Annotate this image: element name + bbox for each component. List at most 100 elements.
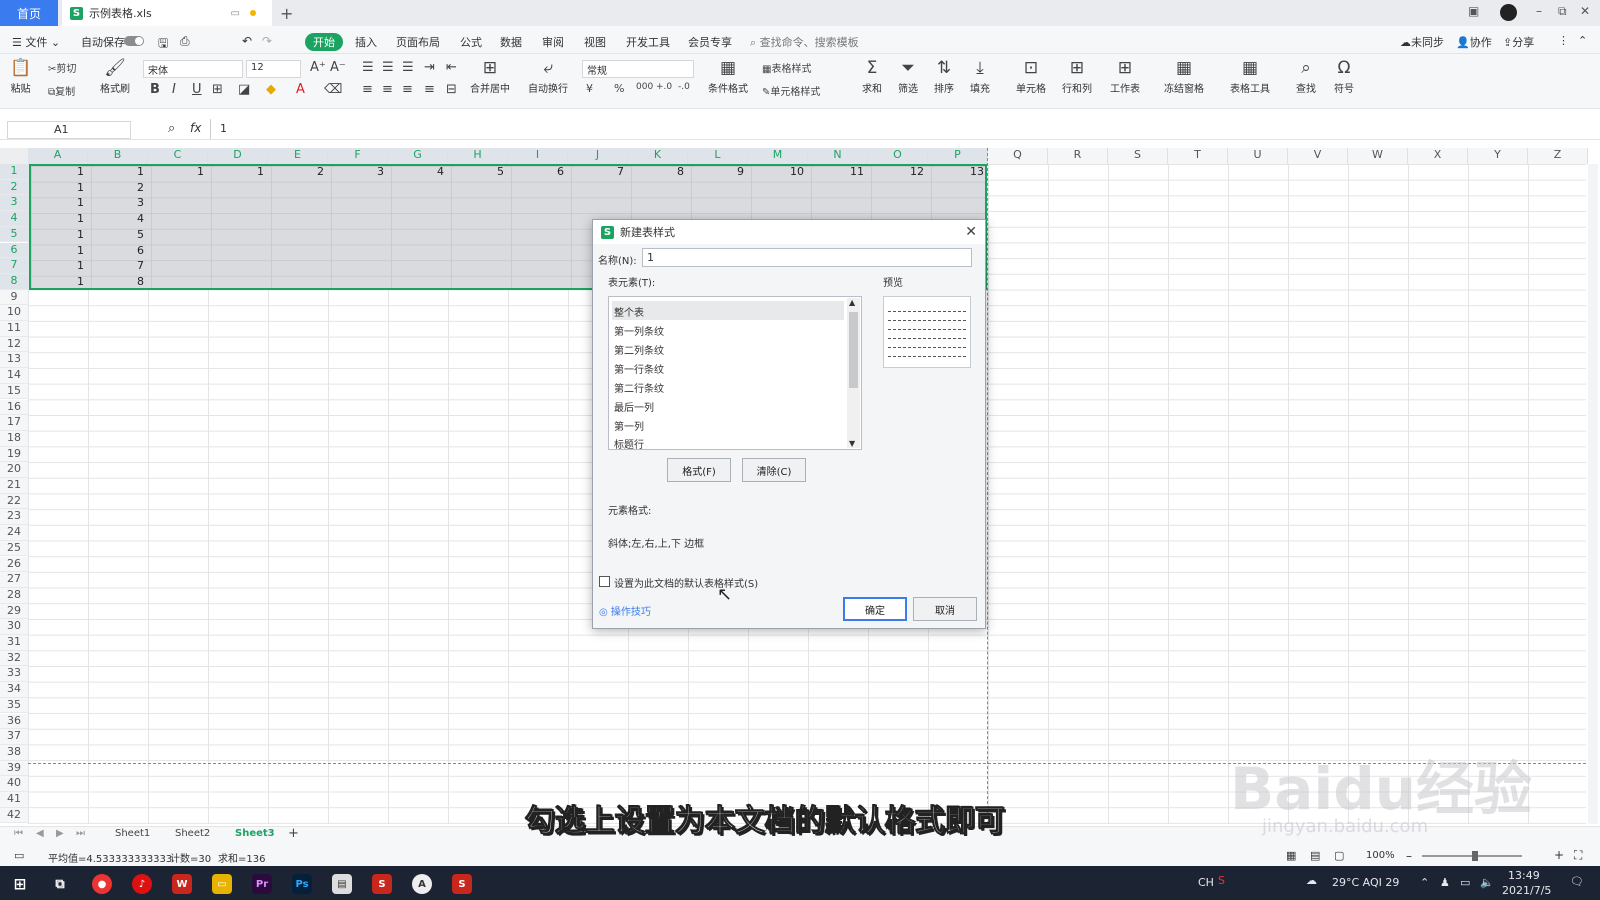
row-header[interactable]: 4 (0, 211, 28, 227)
cell-value[interactable]: 1 (208, 165, 264, 178)
qq-icon[interactable]: ♟ (1440, 876, 1450, 889)
fullscreen-icon[interactable]: ⛶ (1574, 848, 1582, 863)
row-header[interactable]: 17 (0, 415, 28, 431)
conditional-format-button[interactable]: ▦ 条件格式 (708, 58, 748, 95)
clock-date[interactable]: 2021/7/5 (1502, 884, 1551, 897)
row-header[interactable]: 40 (0, 776, 28, 792)
list-item[interactable]: 最后一列 (612, 396, 844, 415)
copy-button[interactable]: ⧉复制 (48, 83, 75, 98)
column-header[interactable]: F (328, 148, 388, 164)
list-scrollbar[interactable]: ▲ ▼ (847, 298, 860, 448)
list-item[interactable]: 整个表 (612, 301, 844, 320)
photos-icon[interactable]: ▤ (332, 874, 352, 894)
row-header[interactable]: 5 (0, 226, 28, 243)
command-search[interactable]: ⌕ 查找命令、搜索模板 (750, 34, 859, 50)
number-format-select[interactable]: 常规 (582, 60, 694, 78)
column-header[interactable]: U (1228, 148, 1288, 164)
minimize-button[interactable]: – (1536, 4, 1542, 18)
cell-value[interactable]: 3 (328, 165, 384, 178)
fx-icon[interactable]: fx (190, 121, 201, 135)
row-header[interactable]: 42 (0, 807, 28, 824)
weather-text[interactable]: 29°C AQI 29 (1332, 876, 1399, 889)
column-header[interactable]: R (1048, 148, 1108, 164)
freeze-panes-button[interactable]: ▦ 冻结窗格 (1164, 58, 1204, 95)
cell-value[interactable]: 9 (688, 165, 744, 178)
row-header[interactable]: 12 (0, 336, 28, 353)
thousands-icon[interactable]: 000 (636, 82, 653, 92)
fill-color-icon[interactable]: ◆ (266, 82, 276, 97)
clock-time[interactable]: 13:49 (1508, 869, 1540, 882)
volume-icon[interactable]: 🔈 (1480, 876, 1494, 889)
row-header[interactable]: 11 (0, 321, 28, 337)
list-item[interactable]: 第二行条纹 (612, 377, 844, 396)
indent-icon[interactable]: ⇥ (424, 60, 435, 75)
row-header[interactable]: 38 (0, 744, 28, 761)
row-header[interactable]: 39 (0, 760, 28, 777)
row-header[interactable]: 34 (0, 682, 28, 698)
wps-spreadsheet-icon[interactable]: S (372, 874, 392, 894)
collapse-ribbon-icon[interactable]: ⌃ (1578, 34, 1587, 47)
zoom-in-icon[interactable]: + (1554, 848, 1564, 862)
paste-button[interactable]: 📋 粘贴 (10, 58, 31, 95)
wps-office-icon[interactable]: S (452, 874, 472, 894)
weather-icon[interactable]: ☁ (1306, 874, 1317, 887)
column-header[interactable]: S (1108, 148, 1168, 164)
page-view-icon[interactable]: ▤ (1310, 849, 1320, 862)
row-header[interactable]: 35 (0, 697, 28, 714)
tab-insert[interactable]: 插入 (355, 34, 377, 50)
column-header[interactable]: I (508, 148, 568, 164)
align-middle-icon[interactable]: ☰ (382, 60, 394, 75)
task-view-icon[interactable]: ⧉ (50, 874, 70, 894)
format-painter-button[interactable]: 🖌 格式刷 (100, 58, 130, 95)
cell-value[interactable]: 1 (88, 165, 144, 178)
table-elements-list[interactable]: 整个表 第一列条纹 第二列条纹 第一行条纹 第二行条纹 最后一列 第一列 标题行… (608, 296, 862, 451)
sheet-tab-3[interactable]: Sheet3 (235, 828, 275, 839)
zoom-slider-thumb[interactable] (1472, 851, 1478, 861)
row-header[interactable]: 23 (0, 509, 28, 526)
cell-style-button[interactable]: ✎单元格样式 (762, 83, 820, 98)
column-header[interactable]: Y (1468, 148, 1528, 164)
cell-value[interactable]: 8 (628, 165, 684, 178)
row-header[interactable]: 9 (0, 289, 28, 306)
row-header[interactable]: 29 (0, 603, 28, 620)
row-header[interactable]: 1 (0, 164, 28, 180)
fill-button[interactable]: ⤓ 填充 (970, 58, 990, 95)
premiere-icon[interactable]: Pr (252, 874, 272, 894)
increase-decimal-icon[interactable]: +.0 (656, 82, 672, 92)
default-style-label[interactable]: 设置为此文档的默认表格样式(S) (614, 575, 758, 590)
zoom-out-icon[interactable]: – (1406, 849, 1412, 863)
percent-icon[interactable]: % (614, 82, 624, 95)
align-top-icon[interactable]: ☰ (362, 60, 374, 75)
tray-up-icon[interactable]: ⌃ (1420, 876, 1429, 889)
eraser-icon[interactable]: ⌫ (324, 82, 342, 97)
list-item[interactable]: 第二列条纹 (612, 339, 844, 358)
justify-icon[interactable]: ≡ (424, 82, 435, 97)
cell-value[interactable]: 1 (148, 165, 204, 178)
row-column-button[interactable]: ⊞ 行和列 (1062, 58, 1092, 95)
row-header[interactable]: 6 (0, 242, 28, 259)
cell-value[interactable]: 10 (748, 165, 804, 178)
column-header[interactable]: H (448, 148, 508, 164)
sheet-tab-1[interactable]: Sheet1 (115, 828, 150, 839)
row-header[interactable]: 28 (0, 587, 28, 604)
dialog-close-icon[interactable]: ✕ (965, 224, 977, 240)
filter-button[interactable]: ⏷ 筛选 (898, 58, 918, 95)
sort-button[interactable]: ⇅ 排序 (934, 58, 954, 95)
row-header[interactable]: 25 (0, 540, 28, 557)
row-header[interactable]: 37 (0, 729, 28, 745)
vertical-scrollbar[interactable] (1588, 164, 1598, 824)
row-header[interactable]: 15 (0, 383, 28, 400)
list-item[interactable]: 第一行条纹 (612, 358, 844, 377)
column-header[interactable]: X (1408, 148, 1468, 164)
row-header[interactable]: 2 (0, 179, 28, 196)
zoom-level[interactable]: 100% (1366, 850, 1395, 861)
sum-button[interactable]: Σ 求和 (862, 58, 882, 95)
cell-value[interactable]: 6 (88, 244, 144, 257)
read-view-icon[interactable]: ▢ (1334, 849, 1344, 862)
column-header[interactable]: G (388, 148, 448, 164)
column-header[interactable]: K (628, 148, 688, 164)
list-item[interactable]: 标题行 (612, 433, 844, 451)
row-header[interactable]: 31 (0, 635, 28, 651)
merge-center-button[interactable]: ⊞ 合并居中 (470, 58, 510, 95)
column-header[interactable]: P (928, 148, 988, 164)
